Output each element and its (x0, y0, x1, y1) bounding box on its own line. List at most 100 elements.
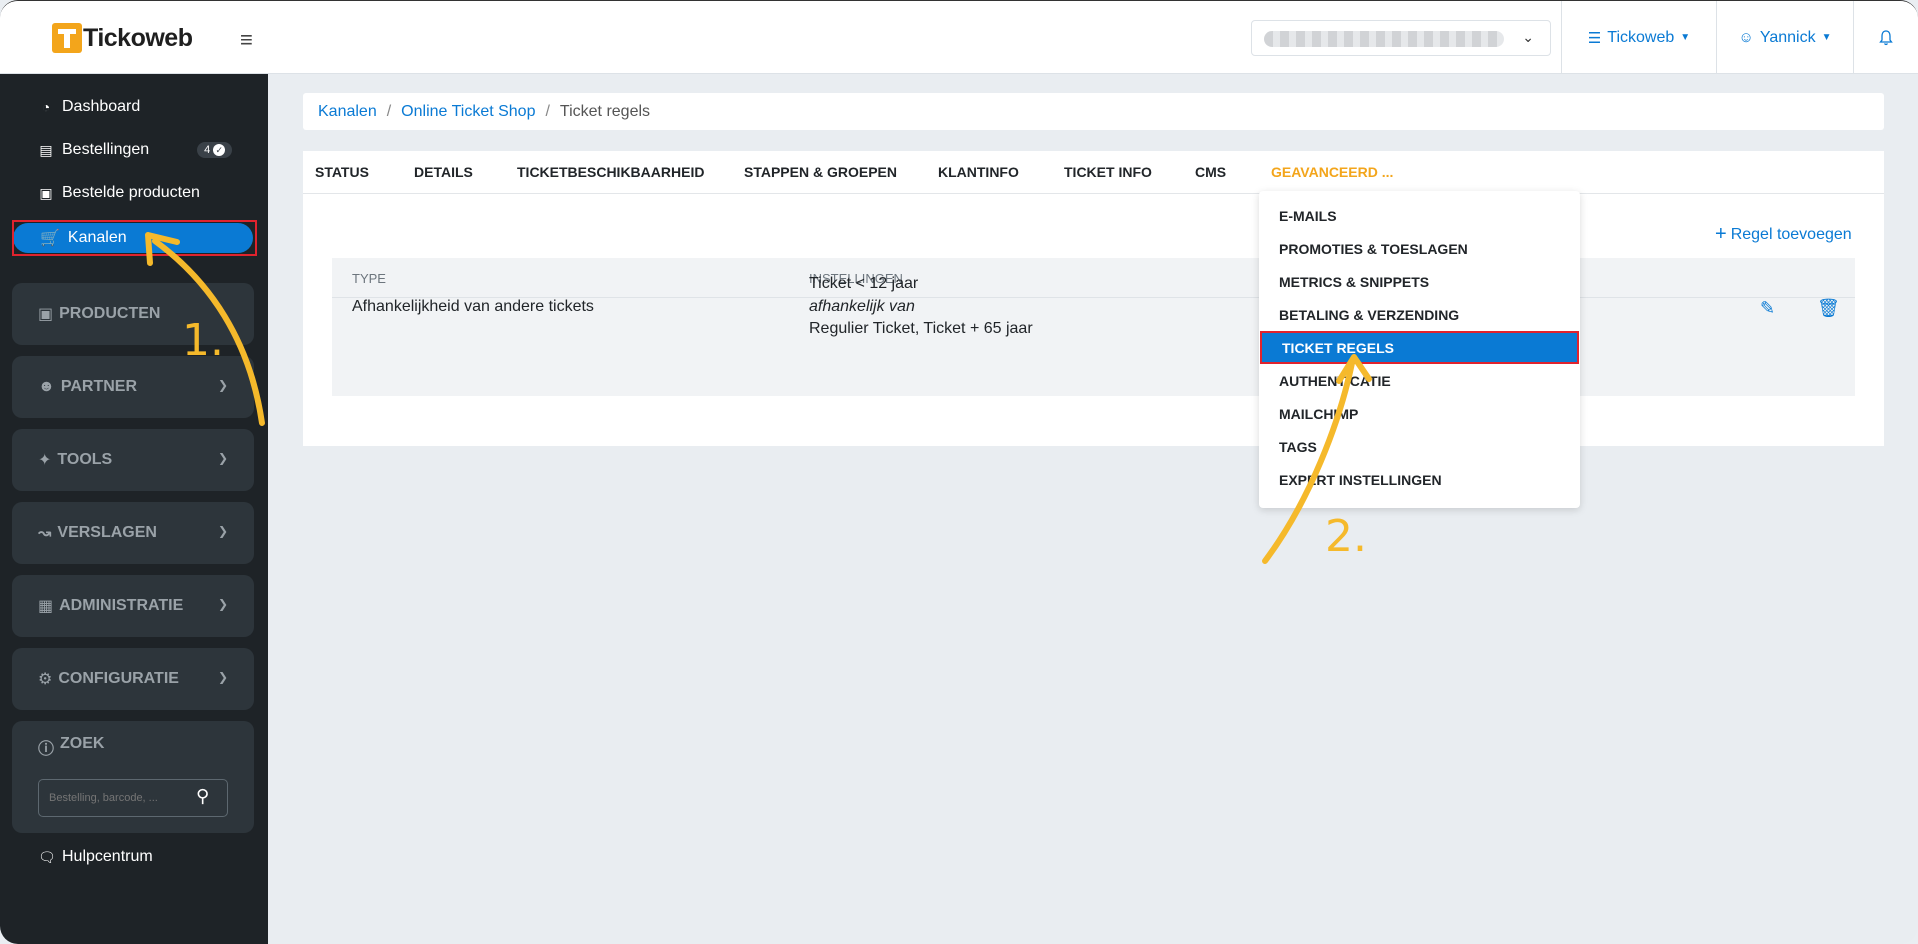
sidebar-group-label: ADMINISTRATIE (59, 597, 184, 614)
sidebar-group-configuratie[interactable]: ⚙ CONFIGURATIE ❯ (12, 648, 254, 710)
sidebar-group-label: PARTNER (60, 378, 137, 395)
sidebar-group-label: PRODUCTEN (59, 305, 161, 322)
sidebar: ◔ Dashboard ▤ Bestellingen 4 ✓ ▣ Besteld… (0, 74, 268, 944)
ticket-icon: ▣ (39, 184, 53, 201)
menu-item-emails[interactable]: E-MAILS (1259, 199, 1580, 232)
rules-table: TYPE INSTELLINGEN Afhankelijkheid van an… (332, 258, 1855, 396)
tab-stappen-groepen[interactable]: STAPPEN & GROEPEN (744, 164, 897, 180)
table-icon: ▦ (38, 598, 54, 615)
user-icon: ☻ (38, 378, 55, 395)
step-2-label: 2. (1325, 511, 1367, 562)
check-icon: ✓ (213, 144, 226, 156)
notifications-button[interactable] (1853, 1, 1918, 74)
tab-ticketbeschikbaarheid[interactable]: TICKETBESCHIKBAARHEID (517, 164, 704, 180)
sidebar-item-dashboard[interactable]: ◔ Dashboard (38, 98, 141, 116)
caret-down-icon: ▼ (1821, 32, 1832, 43)
step-1-label: 1. (182, 315, 224, 366)
breadcrumb-current: Ticket regels (559, 102, 651, 120)
sliders-icon: ☰ (1587, 29, 1602, 47)
menu-item-betaling[interactable]: BETALING & VERZENDING (1259, 298, 1580, 331)
logo-mark-icon (52, 23, 82, 53)
menu-item-mailchimp[interactable]: MAILCHIMP (1259, 397, 1580, 430)
dashboard-icon: ◔ (41, 99, 51, 115)
chevron-down-icon: ❯ (217, 524, 228, 538)
chevron-down-icon: ❯ (217, 670, 228, 684)
sidebar-group-tools[interactable]: ✦ TOOLS ❯ (12, 429, 254, 491)
search-icon[interactable]: ⚲ (196, 786, 209, 807)
app-window: Tickoweb ≡ ⌄ ☰ Tickoweb ▼ ☺ Yannick ▼ ◔ … (0, 0, 1918, 944)
sidebar-group-verslagen[interactable]: ↝ VERSLAGEN ❯ (12, 502, 254, 564)
sidebar-item-label: Bestelde producten (62, 184, 200, 201)
sidebar-group-label: VERSLAGEN (57, 524, 157, 541)
environment-select[interactable]: ⌄ (1251, 20, 1551, 56)
menu-item-ticket-regels[interactable]: TICKET REGELS (1260, 331, 1579, 364)
trash-icon[interactable]: 🗑 (1817, 298, 1840, 319)
menu-item-authenticatie[interactable]: AUTHENTICATIE (1259, 364, 1580, 397)
plus-icon: + (1715, 223, 1727, 245)
line-chart-icon: ↝ (38, 525, 52, 542)
user-icon: ☺ (1738, 29, 1754, 46)
tab-status[interactable]: STATUS (315, 164, 369, 180)
rule-setting-ticket: Ticket < 12 jaar (809, 275, 919, 292)
sidebar-item-help[interactable]: 🗨 Hulpcentrum (38, 848, 153, 866)
hamburger-menu-icon[interactable]: ≡ (240, 27, 253, 53)
caret-down-icon: ▼ (1680, 32, 1691, 43)
sidebar-group-label: TOOLS (57, 451, 113, 468)
sidebar-item-label: Dashboard (62, 98, 141, 115)
channels-highlight-box (12, 220, 257, 256)
sidebar-item-label: Hulpcentrum (62, 848, 153, 865)
sidebar-group-label: CONFIGURATIE (58, 670, 179, 687)
logo[interactable]: Tickoweb (52, 21, 193, 55)
tab-bar: STATUS DETAILS TICKETBESCHIKBAARHEID STA… (303, 151, 1884, 194)
gear-icon: ⚙ (38, 671, 53, 688)
search-title: ZOEK (60, 735, 105, 752)
tab-cms[interactable]: CMS (1195, 164, 1226, 180)
channel-panel: STATUS DETAILS TICKETBESCHIKBAARHEID STA… (303, 151, 1884, 446)
rule-setting-relation: afhankelijk van (809, 298, 915, 315)
rule-type: Afhankelijkheid van andere tickets (352, 298, 594, 315)
table-header: TYPE INSTELLINGEN (332, 258, 1855, 298)
orders-count-badge: 4 ✓ (197, 142, 233, 158)
bell-icon (1879, 29, 1893, 45)
chevron-down-icon: ❯ (217, 597, 228, 611)
breadcrumb-kanalen[interactable]: Kanalen (318, 103, 377, 121)
annotation-arrows (145, 232, 1372, 564)
puzzle-icon: ✦ (38, 452, 52, 469)
user-menu[interactable]: ☺ Yannick ▼ (1716, 1, 1853, 74)
advanced-dropdown-menu: E-MAILS PROMOTIES & TOESLAGEN METRICS & … (1259, 191, 1580, 508)
top-bar: Tickoweb ≡ ⌄ ☰ Tickoweb ▼ ☺ Yannick ▼ (0, 1, 1918, 74)
sidebar-search-panel: ⓘ ZOEK ⚲ (12, 721, 254, 833)
sidebar-group-administratie[interactable]: ▦ ADMINISTRATIE ❯ (12, 575, 254, 637)
chevron-down-icon: ❯ (217, 451, 228, 465)
sidebar-item-ordered-products[interactable]: ▣ Bestelde producten (38, 184, 200, 202)
sidebar-item-orders[interactable]: ▤ Bestellingen 4 ✓ (38, 141, 233, 159)
tab-klantinfo[interactable]: KLANTINFO (938, 164, 1019, 180)
chat-icon: 🗨 (38, 848, 56, 865)
tab-geavanceerd[interactable]: GEAVANCEERD ... (1271, 164, 1393, 180)
breadcrumb-separator: / (386, 102, 392, 120)
tab-details[interactable]: DETAILS (414, 164, 473, 180)
logo-text: Tickoweb (83, 23, 193, 52)
breadcrumb: Kanalen / Online Ticket Shop / Ticket re… (303, 93, 1884, 130)
tab-ticket-info[interactable]: TICKET INFO (1064, 164, 1152, 180)
menu-item-tags[interactable]: TAGS (1259, 430, 1580, 463)
rule-setting-dependencies: Regulier Ticket, Ticket + 65 jaar (809, 320, 1033, 337)
chevron-down-icon: ❯ (217, 378, 228, 392)
search-heading: ⓘ ZOEK (38, 735, 104, 759)
column-header-type: TYPE (352, 271, 386, 286)
menu-item-metrics[interactable]: METRICS & SNIPPETS (1259, 265, 1580, 298)
menu-item-expert[interactable]: EXPERT INSTELLINGEN (1259, 463, 1580, 496)
sidebar-item-label: Bestellingen (62, 141, 150, 158)
breadcrumb-online-ticket-shop[interactable]: Online Ticket Shop (401, 103, 535, 121)
ticket-icon: ▣ (38, 306, 54, 323)
add-rule-button[interactable]: + Regel toevoegen (1715, 223, 1852, 246)
info-icon: ⓘ (38, 741, 55, 758)
blurred-selection (1264, 31, 1504, 47)
menu-item-promoties[interactable]: PROMOTIES & TOESLAGEN (1259, 232, 1580, 265)
add-rule-label: Regel toevoegen (1730, 225, 1852, 243)
org-label: Tickoweb (1607, 28, 1675, 46)
user-label: Yannick (1759, 28, 1816, 46)
edit-pencil-icon[interactable]: ✎ (1760, 298, 1775, 319)
org-menu[interactable]: ☰ Tickoweb ▼ (1561, 1, 1716, 74)
breadcrumb-separator: / (545, 102, 550, 120)
